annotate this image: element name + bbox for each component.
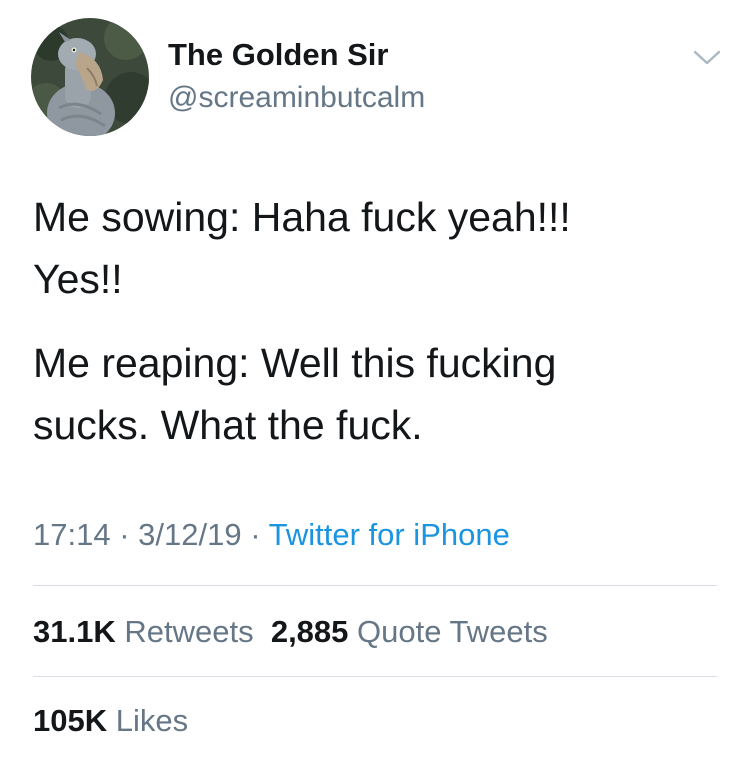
quotes-count: 2,885 (270, 614, 349, 649)
retweets-count: 31.1K (33, 614, 116, 649)
meta-separator: · (250, 517, 261, 552)
likes-count: 105K (33, 703, 108, 738)
quote-tweets-stat[interactable]: 2,885 Quote Tweets (271, 614, 548, 649)
meta-separator: · (119, 517, 130, 552)
shoebill-avatar-image (31, 18, 149, 136)
engagement-stats: 31.1K Retweets 2,885 Quote Tweets (33, 614, 548, 650)
tweet-paragraph: Me sowing: Haha fuck yeah!!! Yes!! (33, 194, 571, 302)
chevron-down-icon[interactable] (692, 46, 722, 68)
tweet-paragraph: Me reaping: Well this fucking sucks. Wha… (33, 340, 557, 448)
tweet-card: The Golden Sir @screaminbutcalm Me sowin… (0, 0, 750, 759)
likes-stat[interactable]: 105K Likes (33, 703, 188, 738)
likes-label: Likes (115, 703, 189, 738)
display-name[interactable]: The Golden Sir (168, 37, 388, 73)
tweet-time: 17:14 (33, 517, 111, 552)
likes-stats: 105K Likes (33, 703, 188, 739)
retweets-stat[interactable]: 31.1K Retweets (33, 614, 254, 649)
retweets-label: Retweets (124, 614, 254, 649)
tweet-text: Me sowing: Haha fuck yeah!!! Yes!! Me re… (33, 186, 723, 456)
divider (33, 676, 717, 677)
tweet-metadata: 17:14 · 3/12/19 · Twitter for iPhone (33, 517, 510, 553)
avatar[interactable] (31, 18, 149, 136)
user-handle[interactable]: @screaminbutcalm (168, 81, 425, 115)
tweet-date: 3/12/19 (138, 517, 242, 552)
tweet-source-link[interactable]: Twitter for iPhone (269, 517, 510, 552)
quotes-label: Quote Tweets (357, 614, 548, 649)
divider (33, 585, 717, 586)
